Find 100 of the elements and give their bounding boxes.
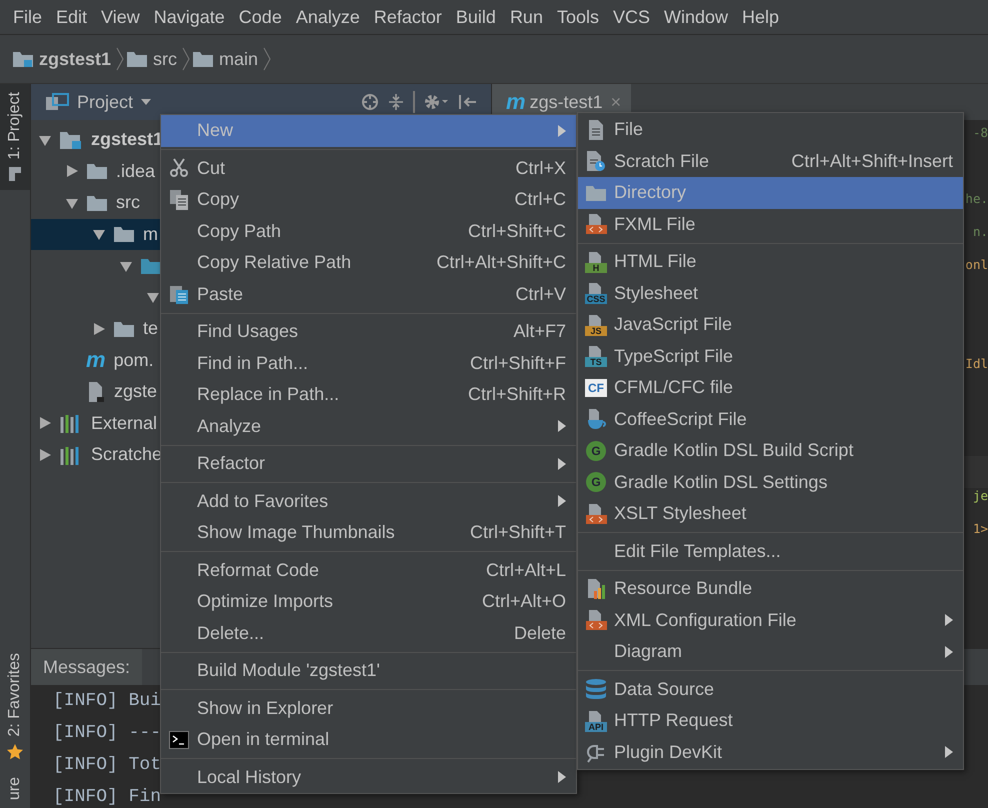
menu-item[interactable]: Open in terminal — [161, 724, 576, 756]
breadcrumb-item[interactable]: zgstest1 — [39, 48, 112, 70]
expand-arrow-icon[interactable] — [120, 260, 132, 272]
tool-window-tab[interactable]: 1: Project — [0, 84, 30, 190]
menu-item[interactable]: XSLT Stylesheet — [578, 498, 963, 530]
menu-item[interactable]: Copy Path Ctrl+Shift+C — [161, 216, 576, 247]
menu-item[interactable]: Data Source — [578, 674, 963, 705]
menu-bar-item[interactable]: Build — [448, 6, 503, 28]
menu-item[interactable]: API HTTP Request — [578, 705, 963, 736]
menu-bar-item[interactable]: Navigate — [146, 6, 232, 28]
menu-item[interactable]: CSS Stylesheet — [578, 278, 963, 309]
tree-item[interactable]: te — [143, 318, 158, 340]
collapse-icon[interactable] — [387, 93, 405, 111]
menu-item[interactable]: Cut Ctrl+X — [161, 152, 576, 184]
folder-icon — [192, 50, 214, 68]
maven-icon: m — [506, 91, 526, 113]
menu-bar-item[interactable]: Help — [735, 6, 786, 28]
tree-item[interactable]: Scratche — [91, 444, 162, 466]
tree-item[interactable]: m — [143, 224, 158, 245]
chevron-icon — [182, 47, 190, 71]
menu-bar-item[interactable]: Refactor — [366, 6, 449, 28]
breadcrumb-item[interactable]: main — [219, 48, 258, 70]
clipboard-icon — [169, 283, 189, 306]
expand-arrow-icon[interactable] — [147, 291, 159, 304]
code-text: -8 — [972, 125, 988, 140]
menu-item[interactable]: Optimize Imports Ctrl+Alt+O — [161, 586, 576, 618]
menu-bar-item[interactable]: Run — [502, 6, 550, 28]
menu-item[interactable]: G Gradle Kotlin DSL Build Script — [578, 435, 963, 466]
submenu-arrow-icon — [558, 458, 566, 470]
menu-bar-item[interactable]: File — [6, 6, 50, 28]
menu-bar-item[interactable]: Analyze — [288, 6, 367, 28]
hide-panel-icon[interactable] — [457, 93, 477, 111]
menu-item[interactable]: Copy Ctrl+C — [161, 184, 576, 216]
tree-item[interactable]: zgstest1 — [91, 129, 164, 150]
menu-item[interactable]: XML Configuration File — [578, 604, 963, 636]
menu-item[interactable]: Paste Ctrl+V — [161, 278, 576, 310]
submenu-arrow-icon — [558, 124, 566, 137]
menu-item[interactable]: Show in Explorer — [161, 692, 576, 724]
tree-item[interactable]: src — [116, 192, 140, 214]
xml-file-icon — [585, 213, 607, 236]
menu-bar-item[interactable]: VCS — [606, 6, 658, 28]
code-text: je — [972, 488, 988, 503]
folder-icon — [86, 194, 108, 212]
menu-item[interactable]: Scratch File Ctrl+Alt+Shift+Insert — [578, 146, 963, 177]
menu-item[interactable]: Analyze — [161, 410, 576, 442]
tool-window-tab[interactable]: ure — [0, 768, 30, 808]
collapse-arrow-icon[interactable] — [66, 165, 78, 178]
menu-bar-item[interactable]: Edit — [49, 6, 94, 28]
menu-item[interactable]: FXML File — [578, 208, 963, 240]
menu-item[interactable]: H HTML File — [578, 246, 963, 278]
gradle-icon: G — [586, 440, 606, 461]
menu-item[interactable]: Local History — [161, 762, 576, 793]
submenu-arrow-icon — [558, 771, 566, 784]
panel-title[interactable]: Project — [77, 92, 134, 112]
menu-item[interactable]: Find Usages Alt+F7 — [161, 316, 576, 348]
tree-item[interactable]: External — [91, 412, 158, 434]
file-icon — [86, 380, 106, 403]
folder-icon — [140, 256, 162, 275]
dropdown-caret-icon[interactable] — [141, 99, 152, 105]
settings-icon[interactable] — [423, 93, 449, 111]
chevron-icon — [116, 47, 124, 71]
menu-item[interactable]: Replace in Path... Ctrl+Shift+R — [161, 379, 576, 410]
copy-icon — [169, 188, 189, 211]
module-folder-icon — [59, 130, 83, 150]
menu-bar-item[interactable]: Tools — [550, 6, 606, 28]
tree-item[interactable]: zgste — [114, 381, 158, 402]
menu-item[interactable]: Add to Favorites — [161, 486, 576, 517]
menu-item[interactable]: Show Image Thumbnails Ctrl+Shift+T — [161, 517, 576, 548]
menu-item[interactable]: Resource Bundle — [578, 573, 963, 604]
menu-item[interactable]: Edit File Templates... — [578, 536, 963, 567]
collapse-arrow-icon[interactable] — [39, 448, 51, 461]
collapse-arrow-icon[interactable] — [93, 322, 105, 335]
coffee-cup-icon — [585, 408, 607, 430]
menu-item[interactable]: CF CFML/CFC file — [578, 372, 963, 404]
menu-item[interactable]: Refactor — [161, 448, 576, 480]
menu-item[interactable]: CoffeeScript File — [578, 404, 963, 435]
menu-item[interactable]: Plugin DevKit — [578, 736, 963, 768]
expand-arrow-icon[interactable] — [39, 134, 51, 146]
menu-item[interactable]: JS JavaScript File — [578, 309, 963, 340]
menu-item[interactable]: Diagram — [578, 636, 963, 668]
target-icon[interactable] — [361, 93, 379, 111]
tool-window-tab[interactable]: 2: Favorites — [0, 645, 30, 769]
menu-item[interactable]: G Gradle Kotlin DSL Settings — [578, 466, 963, 498]
menu-item[interactable]: Reformat Code Ctrl+Alt+L — [161, 554, 576, 586]
tree-item[interactable]: pom. — [114, 350, 154, 371]
menu-item[interactable]: Find in Path... Ctrl+Shift+F — [161, 348, 576, 379]
menu-bar-item[interactable]: Code — [232, 6, 289, 28]
menu-item[interactable]: Build Module 'zgstest1' — [161, 655, 576, 686]
console-line: [INFO] Bui — [53, 690, 162, 713]
menu-item[interactable]: TS TypeScript File — [578, 340, 963, 372]
expand-arrow-icon[interactable] — [66, 196, 78, 209]
menu-item[interactable]: Copy Relative Path Ctrl+Alt+Shift+C — [161, 247, 576, 278]
menu-item[interactable]: Delete... Delete — [161, 618, 576, 649]
expand-arrow-icon[interactable] — [93, 228, 105, 240]
menu-bar-item[interactable]: View — [94, 6, 147, 28]
tree-item[interactable]: .idea — [116, 160, 156, 182]
cf-file-icon: CF — [585, 378, 607, 397]
menu-bar-item[interactable]: Window — [657, 6, 736, 28]
breadcrumb-item[interactable]: src — [153, 48, 178, 70]
collapse-arrow-icon[interactable] — [39, 417, 51, 430]
